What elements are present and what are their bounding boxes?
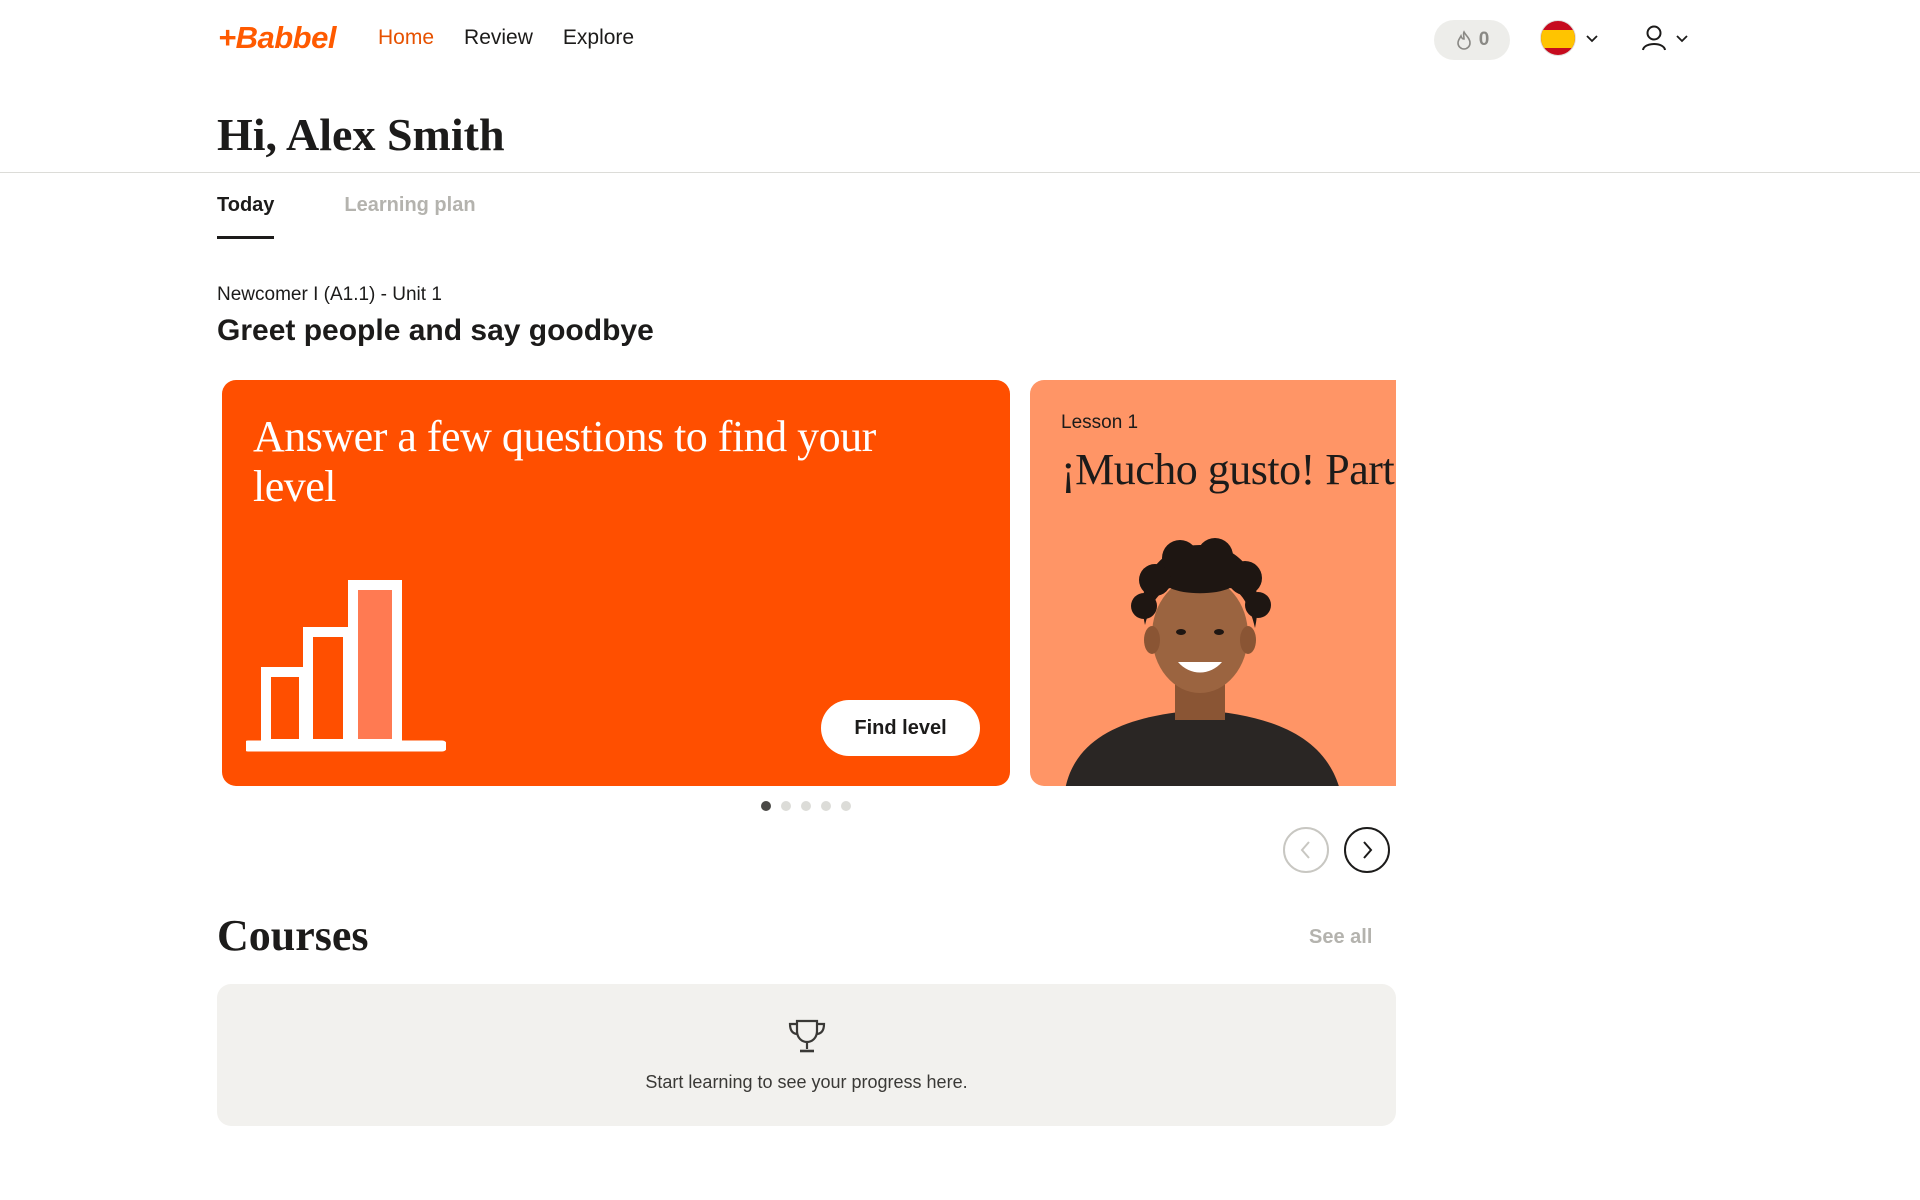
bar-chart-icon — [246, 580, 446, 752]
student-portrait-image — [1065, 538, 1339, 786]
main-nav: Home Review Explore — [378, 26, 634, 50]
user-menu[interactable] — [1640, 24, 1688, 52]
carousel-pagination — [761, 801, 851, 811]
carousel-prev-button[interactable] — [1283, 827, 1329, 873]
carousel-dot[interactable] — [821, 801, 831, 811]
find-level-card[interactable]: Answer a few questions to find your leve… — [222, 380, 1010, 786]
carousel-dot[interactable] — [841, 801, 851, 811]
chevron-down-icon — [1586, 35, 1598, 43]
lesson-carousel: Answer a few questions to find your leve… — [222, 380, 1396, 786]
trophy-icon — [788, 1019, 826, 1053]
streak-count: 0 — [1478, 29, 1490, 50]
nav-home[interactable]: Home — [378, 26, 434, 50]
home-tabs: Today Learning plan — [217, 194, 476, 239]
lesson-card[interactable]: Lesson 1 ¡Mucho gusto! Part 1 — [1030, 380, 1396, 786]
chevron-down-icon — [1676, 35, 1688, 43]
courses-empty-state: Start learning to see your progress here… — [217, 984, 1396, 1126]
find-level-button[interactable]: Find level — [821, 700, 980, 756]
nav-explore[interactable]: Explore — [563, 26, 634, 50]
streak-badge[interactable]: 0 — [1434, 20, 1510, 60]
language-selector[interactable] — [1540, 20, 1598, 56]
tab-today[interactable]: Today — [217, 194, 275, 239]
find-level-title: Answer a few questions to find your leve… — [253, 412, 876, 511]
carousel-next-button[interactable] — [1344, 827, 1390, 873]
babbel-logo[interactable]: +Babbel — [218, 20, 336, 56]
courses-heading: Courses — [217, 911, 369, 960]
carousel-dot[interactable] — [761, 801, 771, 811]
lesson-number: Lesson 1 — [1061, 412, 1139, 433]
carousel-dot[interactable] — [781, 801, 791, 811]
nav-review[interactable]: Review — [464, 26, 533, 50]
top-header: +Babbel Home Review Explore 0 — [0, 0, 1920, 80]
greeting-title: Hi, Alex Smith — [217, 109, 505, 160]
chevron-left-icon — [1300, 841, 1310, 859]
user-icon — [1642, 25, 1666, 51]
unit-title: Greet people and say goodbye — [217, 314, 654, 347]
lesson-title: ¡Mucho gusto! Part 1 — [1061, 445, 1396, 494]
chevron-right-icon — [1363, 841, 1373, 859]
see-all-courses-link[interactable]: See all — [1309, 926, 1372, 949]
tab-learning-plan[interactable]: Learning plan — [344, 194, 475, 239]
spain-flag-icon — [1540, 20, 1576, 56]
flame-icon — [1456, 30, 1471, 50]
empty-state-text: Start learning to see your progress here… — [645, 1072, 968, 1092]
header-divider — [0, 172, 1920, 173]
carousel-dot[interactable] — [801, 801, 811, 811]
unit-subtitle: Newcomer I (A1.1) - Unit 1 — [217, 284, 442, 305]
